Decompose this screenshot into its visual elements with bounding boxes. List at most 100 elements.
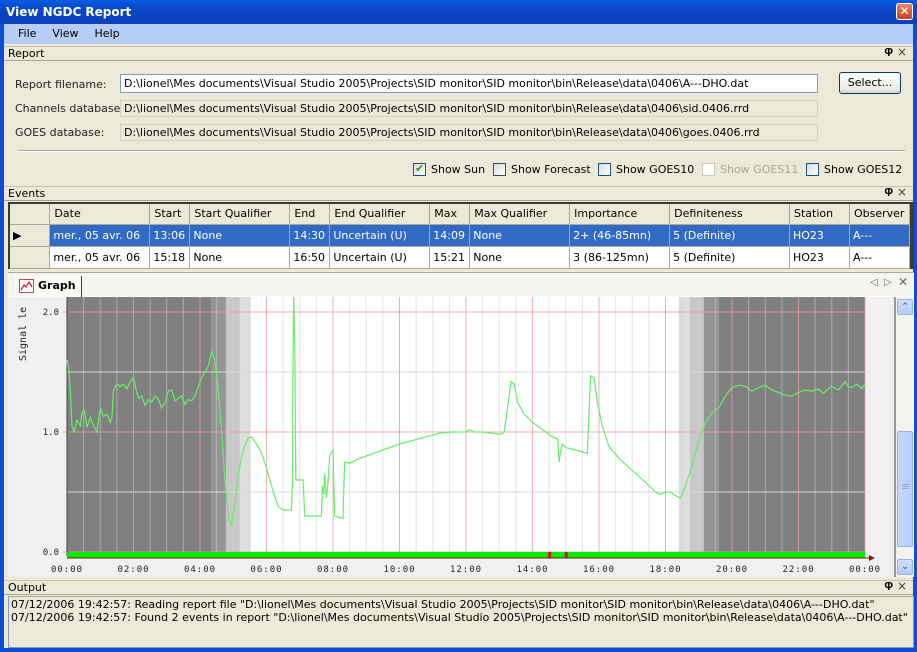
- y-axis-label: Signal le: [18, 307, 29, 361]
- graph-document: Graph ◁ ▷ ✕ 0.0 1.0 2.0 Signal le 00:00 02:00…: [8, 272, 914, 577]
- tab-scroll-left-icon[interactable]: ◁: [870, 277, 878, 288]
- graph-vertical-scrollbar[interactable]: ⌃ ⌄: [896, 297, 914, 577]
- tab-graph-label: Graph: [38, 279, 76, 292]
- pin-icon[interactable]: Ⴔ: [884, 581, 893, 594]
- events-grid: Date Start Start Qualifier End End Quali…: [8, 202, 914, 269]
- column-header-station[interactable]: Station: [789, 204, 850, 225]
- row-selector[interactable]: [10, 246, 51, 269]
- event-marker: [564, 552, 568, 558]
- cell-start-qualifier[interactable]: None: [189, 246, 291, 269]
- events-table: Date Start Start Qualifier End End Quali…: [10, 204, 911, 269]
- cell-end-qualifier[interactable]: Uncertain (U): [329, 224, 431, 247]
- sun-shading-night: [67, 297, 211, 552]
- checkbox-box[interactable]: [598, 163, 611, 176]
- pin-icon[interactable]: Ⴔ: [884, 187, 893, 200]
- events-header-row: Date Start Start Qualifier End End Quali…: [10, 204, 911, 225]
- menu-view[interactable]: View: [44, 24, 86, 40]
- cell-max-qualifier[interactable]: None: [469, 246, 571, 269]
- x-tick-label: 22:00: [782, 565, 814, 575]
- column-header-max[interactable]: Max: [429, 204, 471, 225]
- select-button[interactable]: Select...: [839, 72, 901, 94]
- cell-importance[interactable]: 2+ (46-85mn): [569, 224, 671, 247]
- cell-station[interactable]: HO23: [789, 224, 850, 247]
- cell-station[interactable]: HO23: [789, 246, 850, 269]
- cell-max-qualifier[interactable]: None: [469, 224, 571, 247]
- sun-shading-civil: [239, 297, 251, 552]
- column-header-max-qualifier[interactable]: Max Qualifier: [469, 204, 571, 225]
- cell-importance[interactable]: 3 (86-125mn): [569, 246, 671, 269]
- menu-bar: File View Help: [4, 24, 913, 44]
- row-selector-icon[interactable]: ▶: [10, 224, 51, 247]
- goes-database-label: GOES database:: [15, 126, 105, 139]
- close-panel-icon[interactable]: ×: [897, 186, 907, 199]
- event-marker: [548, 552, 552, 558]
- show-sun-checkbox[interactable]: Show Sun: [413, 162, 486, 176]
- cell-definiteness[interactable]: 5 (Definite): [669, 246, 790, 269]
- cell-definiteness[interactable]: 5 (Definite): [669, 224, 790, 247]
- tab-graph[interactable]: Graph: [15, 276, 82, 297]
- table-row[interactable]: mer., 05 avr. 06 15:18 None 16:50 Uncert…: [10, 246, 911, 269]
- x-tick-label: 12:00: [450, 565, 482, 575]
- show-goes10-checkbox[interactable]: Show GOES10: [598, 163, 694, 176]
- show-sun-label: Show Sun: [431, 163, 486, 176]
- events-panel-header: Events Ⴔ ×: [4, 186, 913, 201]
- output-log[interactable]: 07/12/2006 19:42:57: Reading report file…: [8, 596, 914, 648]
- cell-start[interactable]: 13:06: [149, 224, 191, 247]
- cell-start[interactable]: 15:18: [149, 246, 191, 269]
- close-panel-icon[interactable]: ×: [897, 46, 907, 59]
- close-panel-icon[interactable]: ×: [897, 580, 907, 593]
- cell-max[interactable]: 15:21: [429, 246, 471, 269]
- cell-observer[interactable]: A---: [849, 224, 911, 247]
- scroll-thumb[interactable]: [897, 431, 913, 547]
- column-header-importance[interactable]: Importance: [569, 204, 671, 225]
- goes-database-field: D:\lionel\Mes documents\Visual Studio 20…: [120, 124, 818, 141]
- y-tick-label: 2.0: [43, 308, 59, 318]
- cell-observer[interactable]: A---: [849, 246, 911, 269]
- report-panel-title: Report: [8, 47, 45, 60]
- cell-date[interactable]: mer., 05 avr. 06: [49, 246, 151, 269]
- scroll-up-icon[interactable]: ⌃: [897, 299, 913, 315]
- x-tick-label: 06:00: [250, 565, 282, 575]
- cell-end[interactable]: 16:50: [289, 246, 331, 269]
- status-bar: [67, 552, 865, 558]
- sun-shading-civil: [678, 297, 690, 552]
- column-header-end-qualifier[interactable]: End Qualifier: [329, 204, 431, 225]
- column-header-start-qualifier[interactable]: Start Qualifier: [189, 204, 291, 225]
- x-tick-label: 10:00: [383, 565, 415, 575]
- x-tick-label: 16:00: [583, 565, 615, 575]
- report-filename-input[interactable]: D:\lionel\Mes documents\Visual Studio 20…: [120, 74, 818, 93]
- cell-end[interactable]: 14:30: [289, 224, 331, 247]
- signal-chart: 0.0 1.0 2.0 Signal le 00:00 02:00 04:00 06:00 08…: [18, 296, 880, 575]
- title-bar: View NGDC Report ✕: [0, 0, 917, 24]
- tab-scroll-right-icon[interactable]: ▷: [884, 277, 892, 288]
- show-forecast-checkbox[interactable]: Show Forecast: [493, 163, 591, 176]
- column-header-definiteness[interactable]: Definiteness: [669, 204, 790, 225]
- cell-date[interactable]: mer., 05 avr. 06: [49, 224, 151, 247]
- column-header-date[interactable]: Date: [49, 204, 151, 225]
- menu-file[interactable]: File: [10, 24, 44, 40]
- close-icon[interactable]: ✕: [896, 3, 913, 20]
- sun-shading-nautical: [689, 297, 704, 552]
- column-header-observer[interactable]: Observer: [849, 204, 911, 225]
- column-header-start[interactable]: Start: [149, 204, 191, 225]
- x-tick-label: 14:00: [516, 565, 548, 575]
- checkbox-box[interactable]: [806, 163, 819, 176]
- column-header-end[interactable]: End: [289, 204, 331, 225]
- checkbox-box[interactable]: [413, 162, 426, 176]
- show-goes11-label: Show GOES11: [720, 163, 799, 176]
- sun-shading-night: [718, 297, 865, 552]
- show-goes12-label: Show GOES12: [824, 163, 903, 176]
- checkbox-box[interactable]: [493, 163, 506, 176]
- cell-end-qualifier[interactable]: Uncertain (U): [329, 246, 431, 269]
- menu-help[interactable]: Help: [87, 24, 128, 40]
- cell-start-qualifier[interactable]: None: [189, 224, 291, 247]
- x-tick-label: 18:00: [649, 565, 681, 575]
- pin-icon[interactable]: Ⴔ: [884, 47, 893, 60]
- scroll-down-icon[interactable]: ⌄: [897, 559, 913, 575]
- table-row[interactable]: ▶ mer., 05 avr. 06 13:06 None 14:30 Unce…: [10, 224, 911, 247]
- x-tick-label: 02:00: [117, 565, 149, 575]
- report-panel-header: Report Ⴔ ×: [4, 46, 913, 61]
- close-tab-icon[interactable]: ✕: [898, 275, 908, 289]
- cell-max[interactable]: 14:09: [429, 224, 471, 247]
- show-goes12-checkbox[interactable]: Show GOES12: [806, 163, 902, 176]
